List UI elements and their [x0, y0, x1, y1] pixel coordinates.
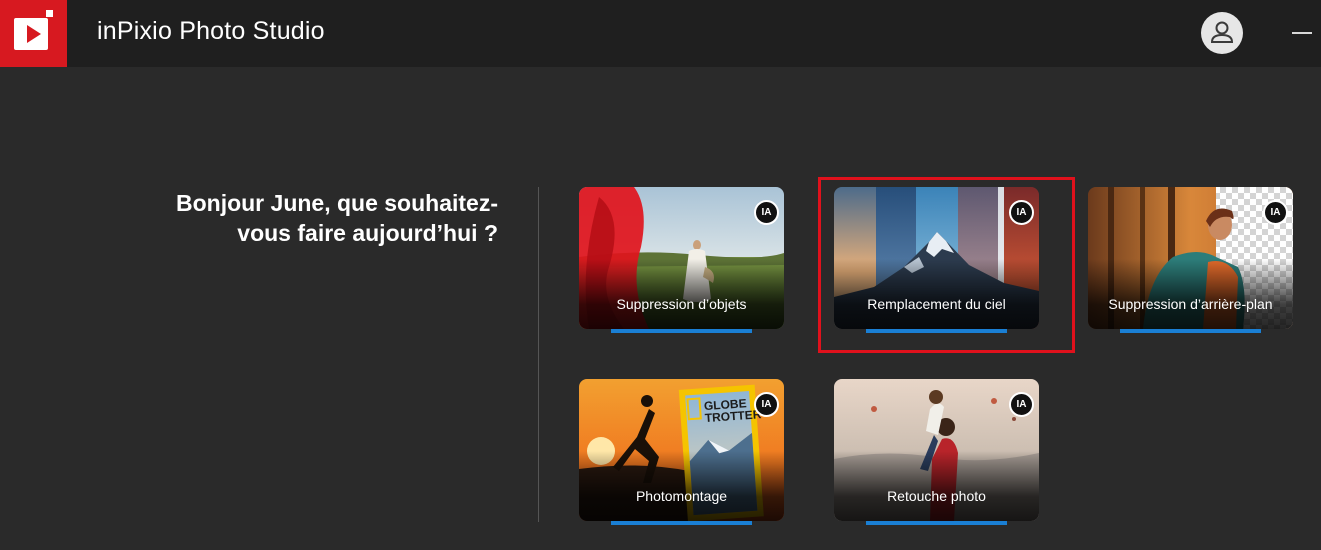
greeting-line-1: Bonjour June, que souhaitez-: [175, 190, 498, 216]
tool-card-label: Retouche photo: [887, 488, 986, 504]
greeting-line-2: vous faire aujourd’hui ?: [237, 220, 498, 246]
card-accent-bar: [866, 329, 1007, 333]
greeting-text: Bonjour June, que souhaitez- vous faire …: [150, 188, 498, 248]
tool-card-sky-replacement[interactable]: Remplacement du ciel IA: [834, 187, 1039, 329]
tool-card-object-removal[interactable]: Suppression d’objets IA: [579, 187, 784, 329]
card-accent-bar: [611, 521, 752, 525]
user-account-icon[interactable]: [1201, 12, 1243, 54]
inpixio-logo-icon: [0, 0, 67, 67]
tool-card-photo-retouch[interactable]: Retouche photo IA: [834, 379, 1039, 521]
minimize-icon: [1292, 32, 1312, 34]
card-shade: [834, 259, 1039, 329]
card-accent-bar: [1120, 329, 1261, 333]
tool-card-label: Remplacement du ciel: [867, 296, 1006, 312]
tool-card-label: Suppression d’arrière-plan: [1108, 296, 1273, 312]
tool-card-background-removal[interactable]: Suppression d’arrière-plan IA: [1088, 187, 1293, 329]
card-shade: [579, 451, 784, 521]
card-accent-bar: [866, 521, 1007, 525]
card-shade: [1088, 259, 1293, 329]
ai-badge: IA: [754, 392, 779, 417]
ai-badge: IA: [1009, 392, 1034, 417]
title-bar: inPixio Photo Studio: [0, 0, 1321, 67]
card-shade: [579, 259, 784, 329]
ai-badge: IA: [1263, 200, 1288, 225]
card-accent-bar: [611, 329, 752, 333]
vertical-divider: [538, 187, 539, 522]
minimize-button[interactable]: [1290, 24, 1316, 42]
app-title: inPixio Photo Studio: [97, 17, 325, 45]
tool-card-label: Photomontage: [635, 488, 728, 504]
ai-badge: IA: [1009, 200, 1034, 225]
ai-badge: IA: [754, 200, 779, 225]
tool-card-photomontage[interactable]: GLOBE TROTTER Photomontage IA: [579, 379, 784, 521]
tool-card-label: Suppression d’objets: [616, 296, 747, 312]
card-shade: [834, 451, 1039, 521]
